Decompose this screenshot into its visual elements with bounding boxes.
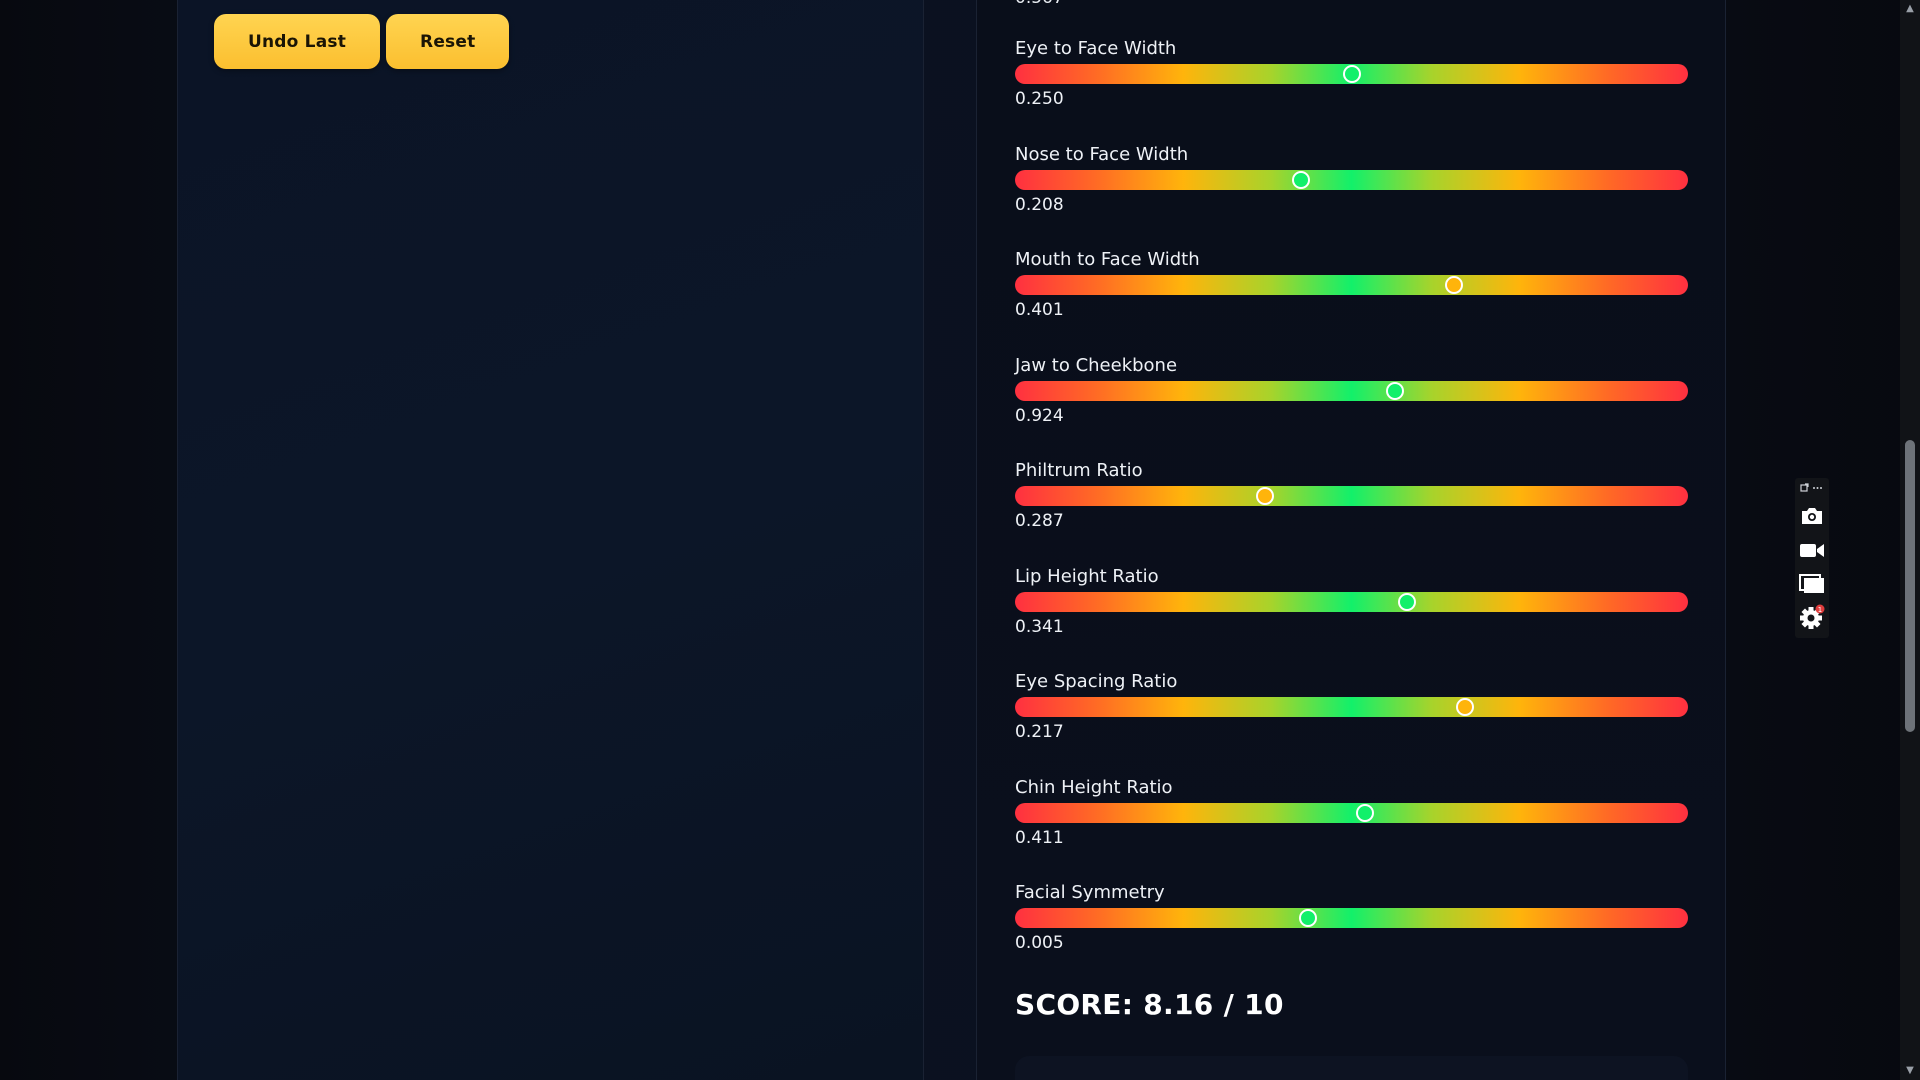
metric-value: 0.411 (1015, 827, 1064, 848)
video-tool[interactable] (1795, 536, 1829, 564)
scroll-down-arrow-icon[interactable]: ▼ (1904, 1064, 1916, 1076)
metric-label: Chin Height Ratio (1015, 776, 1173, 798)
settings-icon: 1 (1800, 604, 1825, 629)
metric-value: 0.005 (1015, 933, 1064, 953)
metric-marker (1386, 381, 1405, 400)
metric-value-partial: 0.567 (1015, 0, 1064, 8)
metric-row: Mouth to Face Width 0.401 (1015, 249, 1688, 339)
metric-marker (1342, 65, 1361, 83)
metric-row: Facial Symmetry 0.005 (1015, 882, 1688, 972)
metric-gradient-bar (1015, 275, 1688, 295)
metric-gradient-bar (1015, 908, 1688, 928)
page: Undo Last Reset 0.567 Eye to Face Width0… (0, 0, 1920, 1080)
metric-label: Mouth to Face Width (1015, 249, 1200, 270)
metric-gradient-bar (1015, 380, 1688, 401)
metric-row: Eye to Face Width 0.250 (1015, 38, 1688, 128)
metric-gradient-bar (1015, 486, 1688, 506)
results-panel: 0.567 Eye to Face Width 0.250 Nose to Face… (976, 0, 1726, 1080)
metric-row: Nose to Face Width 0.208 (1015, 144, 1688, 234)
metric-marker (1398, 592, 1417, 611)
metric-label: Philtrum Ratio (1015, 460, 1143, 481)
metric-value: 0.287 (1015, 511, 1064, 531)
metric-marker (1444, 276, 1463, 294)
metric-gradient-bar (1015, 591, 1688, 612)
window-tool[interactable] (1795, 570, 1829, 598)
metric-row: Jaw to Cheekbone 0.924 (1015, 355, 1688, 445)
metric-value: 0.401 (1015, 300, 1064, 320)
metric-gradient-bar (1015, 697, 1688, 717)
metric-value: 0.208 (1015, 194, 1064, 215)
score-text: SCORE: 8.16 / 10 (1015, 988, 1284, 1021)
metric-marker (1256, 487, 1275, 505)
popout-icon[interactable] (1800, 483, 1824, 493)
window-icon (1799, 574, 1824, 593)
reset-button[interactable]: Reset (386, 14, 510, 69)
scrollbar[interactable]: ▲ ▼ (1900, 0, 1920, 1080)
metric-gradient-bar (1015, 169, 1688, 190)
metric-gradient-bar (1015, 802, 1688, 823)
metric-row: Lip Height Ratio 0.341 (1015, 566, 1688, 656)
metric-marker (1299, 909, 1318, 927)
action-buttons: Undo Last Reset (214, 14, 510, 69)
camera-tool[interactable] (1795, 502, 1829, 530)
metric-label: Eye to Face Width (1015, 38, 1177, 59)
metric-value: 0.250 (1015, 89, 1064, 109)
metric-marker (1355, 803, 1374, 822)
metric-label: Jaw to Cheekbone (1015, 354, 1178, 376)
metric-marker (1292, 170, 1311, 189)
metric-gradient-bar (1015, 64, 1688, 84)
metric-row: Philtrum Ratio 0.287 (1015, 460, 1688, 550)
metric-marker (1455, 698, 1474, 716)
details-card (1015, 1056, 1688, 1080)
metric-label: Lip Height Ratio (1015, 565, 1159, 587)
toolbar-header (1795, 482, 1829, 494)
metric-value: 0.924 (1015, 405, 1064, 426)
video-icon (1800, 544, 1824, 557)
metric-row: Eye Spacing Ratio 0.217 (1015, 671, 1688, 761)
metric-value: 0.341 (1015, 616, 1064, 637)
metric-label: Facial Symmetry (1015, 882, 1165, 903)
settings-badge-count: 1 (1818, 606, 1822, 614)
undo-last-button[interactable]: Undo Last (214, 14, 381, 69)
scroll-up-arrow-icon[interactable]: ▲ (1904, 2, 1916, 14)
metric-label: Eye Spacing Ratio (1015, 671, 1178, 692)
metric-value: 0.217 (1015, 722, 1064, 742)
scrollbar-thumb[interactable] (1905, 440, 1915, 732)
image-panel: Undo Last Reset (177, 0, 924, 1080)
camera-icon (1802, 508, 1822, 524)
settings-tool[interactable]: 1 (1795, 602, 1829, 632)
metric-label: Nose to Face Width (1015, 143, 1189, 165)
floating-toolbar: 1 (1795, 478, 1829, 638)
metric-row: Chin Height Ratio 0.411 (1015, 777, 1688, 867)
